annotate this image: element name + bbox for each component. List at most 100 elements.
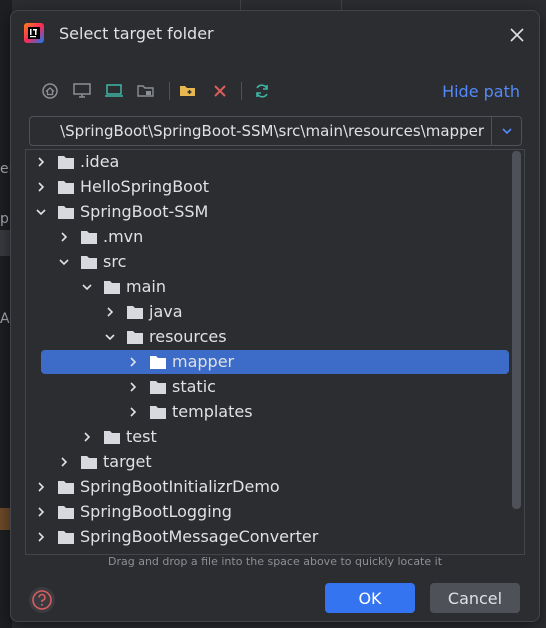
ide-background-text: p [0, 211, 9, 227]
chevron-right-icon[interactable] [127, 381, 139, 393]
chevron-right-icon[interactable] [81, 431, 93, 443]
close-icon[interactable] [507, 25, 527, 45]
folder-icon [58, 181, 74, 194]
path-input-value: \SpringBoot\SpringBoot-SSM\src\main\reso… [60, 122, 484, 140]
tree-row[interactable]: SpringBoot-SSM [26, 200, 510, 225]
folder-icon [58, 481, 74, 494]
chevron-right-icon[interactable] [35, 506, 47, 518]
folder-icon [150, 381, 166, 394]
tree-row[interactable]: java [26, 300, 510, 325]
folder-icon [127, 306, 143, 319]
folder-icon [58, 531, 74, 544]
chevron-right-icon[interactable] [58, 231, 70, 243]
tree-row[interactable]: resources [26, 325, 510, 350]
tree-row[interactable]: target [26, 450, 510, 475]
chevron-right-icon[interactable] [127, 406, 139, 418]
path-history-dropdown[interactable] [491, 116, 522, 146]
tree-row[interactable]: mapper [41, 350, 509, 374]
toolbar-separator [241, 82, 242, 100]
hide-path-link[interactable]: Hide path [442, 82, 520, 101]
ide-background-text: A [0, 311, 10, 327]
tree-row[interactable]: .mvn [26, 225, 510, 250]
module-icon [137, 85, 154, 97]
folder-icon [150, 356, 166, 369]
path-input[interactable]: \SpringBoot\SpringBoot-SSM\src\main\reso… [29, 116, 492, 146]
dialog-title: Select target folder [59, 24, 214, 43]
help-icon [32, 590, 52, 610]
cancel-button[interactable]: Cancel [430, 583, 520, 613]
ide-background-marker [0, 508, 10, 530]
refresh-icon [256, 84, 268, 98]
tree-row[interactable]: main [26, 275, 510, 300]
tree-row[interactable]: static [26, 375, 510, 400]
help-button[interactable] [29, 587, 55, 613]
tree-row[interactable]: src [26, 250, 510, 275]
tree-row-label: target [103, 452, 152, 471]
project-button[interactable] [101, 78, 127, 104]
tree-row-label: resources [149, 327, 227, 346]
folder-icon [81, 456, 97, 469]
tree-row[interactable]: SpringBootLogging [26, 500, 510, 525]
select-target-folder-dialog: Select target folder Hide path \SpringBo… [10, 10, 540, 622]
file-chooser-toolbar: Hide path [35, 78, 525, 104]
tree-row[interactable]: templates [26, 400, 510, 425]
tree-row-label: src [103, 252, 127, 271]
home-button[interactable] [37, 78, 63, 104]
chevron-right-icon[interactable] [127, 356, 139, 368]
tree-row-label: HelloSpringBoot [80, 177, 210, 196]
chevron-down-icon[interactable] [104, 331, 116, 343]
tree-row-label: SpringBootInitializrDemo [80, 477, 280, 496]
tree-row-label: templates [172, 402, 253, 421]
ok-button[interactable]: OK [325, 583, 415, 613]
delete-icon [214, 85, 226, 97]
folder-icon [58, 206, 74, 219]
tree-row-label: .mvn [103, 227, 144, 246]
chevron-down-icon[interactable] [58, 256, 70, 268]
toolbar-separator [169, 82, 170, 100]
project-icon [105, 84, 123, 97]
chevron-down-icon[interactable] [35, 206, 47, 218]
module-button[interactable] [133, 78, 159, 104]
tree-row-label: SpringBoot-SSM [80, 202, 209, 221]
folder-tree[interactable]: .idea HelloSpringBoot SpringBoot-SSM .mvn sr… [25, 149, 525, 555]
folder-icon [58, 506, 74, 519]
chevron-right-icon[interactable] [104, 306, 116, 318]
chevron-right-icon[interactable] [58, 456, 70, 468]
tree-row[interactable]: .idea [26, 150, 510, 175]
chevron-right-icon[interactable] [35, 156, 47, 168]
delete-button[interactable] [207, 78, 233, 104]
folder-icon [104, 281, 120, 294]
chevron-down-icon [501, 128, 512, 135]
tree-row-label: SpringBootLogging [80, 502, 232, 521]
tree-row-label: main [126, 277, 166, 296]
desktop-icon [73, 83, 91, 98]
tree-row-label: .idea [80, 152, 120, 171]
folder-icon [150, 406, 166, 419]
folder-icon [81, 231, 97, 244]
tree-row[interactable]: HelloSpringBoot [26, 175, 510, 200]
tree-row-label: java [149, 302, 183, 321]
new-folder-icon [180, 86, 195, 96]
home-icon [42, 83, 58, 99]
folder-icon [127, 331, 143, 344]
chevron-right-icon[interactable] [35, 181, 47, 193]
folder-icon [104, 431, 120, 444]
new-folder-button[interactable] [175, 78, 201, 104]
tree-row-label: mapper [172, 352, 235, 371]
tree-row[interactable]: test [26, 425, 510, 450]
folder-icon [58, 156, 74, 169]
tree-scrollbar[interactable] [512, 151, 521, 509]
tree-row[interactable]: SpringBootInitializrDemo [26, 475, 510, 500]
folder-icon [81, 256, 97, 269]
tree-row-label: static [172, 377, 216, 396]
chevron-down-icon[interactable] [81, 281, 93, 293]
refresh-button[interactable] [249, 78, 275, 104]
desktop-button[interactable] [69, 78, 95, 104]
tree-row[interactable]: SpringBootMessageConverter [26, 525, 510, 550]
ide-background-top [240, 0, 342, 10]
drag-drop-hint: Drag and drop a file into the space abov… [107, 555, 443, 568]
chevron-right-icon[interactable] [35, 481, 47, 493]
dialog-title-bar: Select target folder [11, 11, 539, 57]
tree-row-label: SpringBootMessageConverter [80, 527, 319, 546]
chevron-right-icon[interactable] [35, 531, 47, 543]
